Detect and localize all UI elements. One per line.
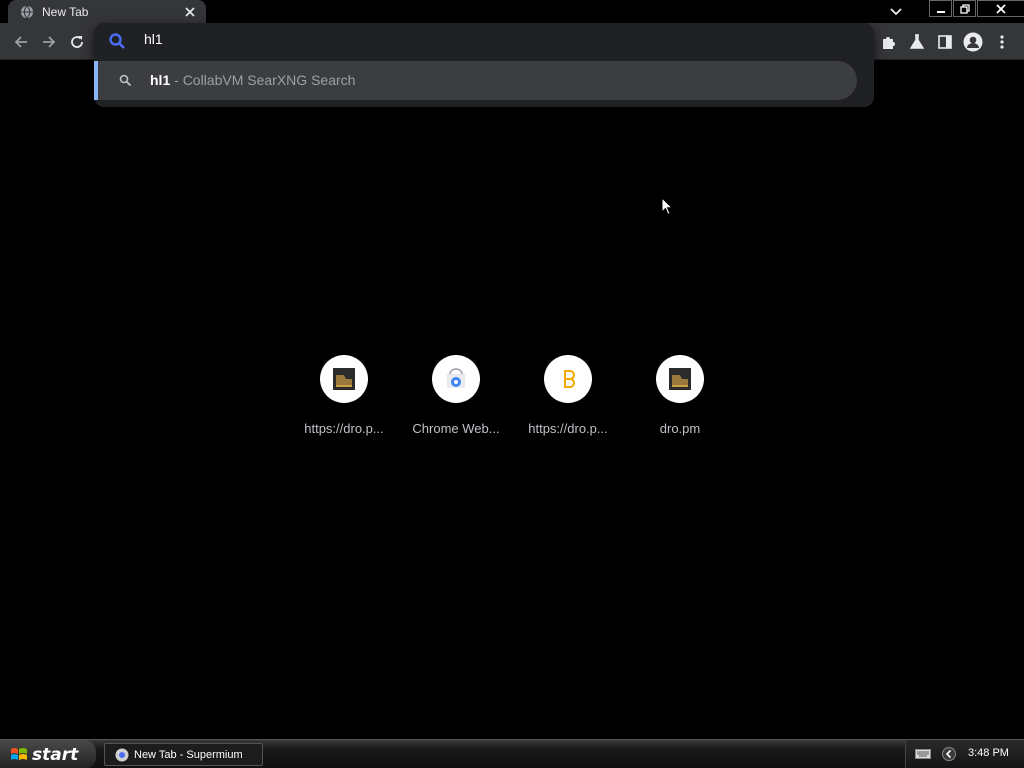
tile-label: https://dro.p... bbox=[528, 421, 608, 436]
suggestion-separator: - bbox=[170, 72, 183, 88]
dro-logo-icon bbox=[333, 368, 355, 390]
minimize-button[interactable] bbox=[929, 0, 952, 17]
profile-button[interactable] bbox=[962, 31, 984, 53]
flask-icon bbox=[909, 34, 925, 49]
omnibox-input-row[interactable]: hl1 bbox=[94, 23, 874, 59]
back-button[interactable] bbox=[10, 31, 32, 53]
tile-icon-circle bbox=[544, 355, 592, 403]
side-panel-button[interactable] bbox=[934, 31, 956, 53]
suggestion-engine: CollabVM SearXNG Search bbox=[182, 72, 356, 88]
start-button[interactable]: start bbox=[0, 740, 96, 768]
taskbar: start New Tab - Supermium 3:48 PM bbox=[0, 739, 1024, 768]
globe-icon bbox=[20, 5, 34, 18]
supermium-icon bbox=[115, 748, 129, 761]
shortcut-tile[interactable]: Chrome Web... bbox=[400, 355, 512, 436]
taskbar-item-supermium[interactable]: New Tab - Supermium bbox=[104, 743, 263, 766]
windows-logo-icon bbox=[11, 747, 27, 760]
shortcut-tile[interactable]: https://dro.p... bbox=[512, 355, 624, 436]
tab-new-tab[interactable]: New Tab bbox=[8, 0, 206, 23]
suggestion-search-icon bbox=[119, 74, 132, 87]
forward-button[interactable] bbox=[38, 31, 60, 53]
tab-close-icon[interactable] bbox=[182, 4, 198, 20]
menu-button[interactable] bbox=[991, 31, 1013, 53]
start-label: start bbox=[32, 744, 79, 765]
keyboard-icon[interactable] bbox=[915, 749, 931, 759]
taskbar-clock: 3:48 PM bbox=[968, 747, 1009, 759]
suggestion-query: hl1 bbox=[150, 72, 171, 88]
omnibox-popup: hl1 hl1 - CollabVM SearXNG Search bbox=[94, 23, 874, 107]
tab-search-chevron-icon[interactable] bbox=[886, 3, 906, 21]
restore-button[interactable] bbox=[953, 0, 976, 17]
tile-label: https://dro.p... bbox=[304, 421, 384, 436]
omnibox-suggestion[interactable]: hl1 - CollabVM SearXNG Search bbox=[94, 61, 857, 100]
suggestion-text: hl1 - CollabVM SearXNG Search bbox=[150, 72, 355, 88]
tile-icon-circle bbox=[432, 355, 480, 403]
search-icon bbox=[109, 33, 125, 49]
extensions-button[interactable] bbox=[878, 31, 900, 53]
kebab-menu-icon bbox=[1000, 35, 1004, 49]
tile-label: Chrome Web... bbox=[412, 421, 500, 436]
close-window-button[interactable] bbox=[977, 0, 1024, 17]
yellow-b-icon bbox=[564, 370, 575, 388]
window-controls bbox=[929, 0, 1024, 18]
side-panel-icon bbox=[938, 35, 952, 49]
mouse-cursor-icon bbox=[661, 197, 673, 216]
forward-arrow-icon bbox=[43, 36, 56, 48]
dro-logo-icon bbox=[669, 368, 691, 390]
avatar-icon bbox=[963, 32, 983, 52]
back-arrow-icon bbox=[14, 36, 27, 48]
tray-expand-icon[interactable] bbox=[942, 747, 956, 761]
taskbar-item-label: New Tab - Supermium bbox=[134, 748, 243, 761]
chrome-web-store-icon bbox=[447, 368, 465, 388]
omnibox-input[interactable]: hl1 bbox=[144, 31, 163, 47]
tile-icon-circle bbox=[656, 355, 704, 403]
labs-button[interactable] bbox=[906, 31, 928, 53]
puzzle-icon bbox=[883, 37, 895, 49]
system-tray: 3:48 PM bbox=[905, 740, 1024, 768]
shortcut-tile[interactable]: https://dro.p... bbox=[288, 355, 400, 436]
tile-label: dro.pm bbox=[659, 421, 701, 436]
reload-icon bbox=[71, 36, 83, 48]
tab-title: New Tab bbox=[42, 4, 89, 19]
title-bar: New Tab bbox=[0, 0, 1024, 23]
reload-button[interactable] bbox=[66, 31, 88, 53]
shortcut-tile[interactable]: dro.pm bbox=[624, 355, 736, 436]
tile-icon-circle bbox=[320, 355, 368, 403]
